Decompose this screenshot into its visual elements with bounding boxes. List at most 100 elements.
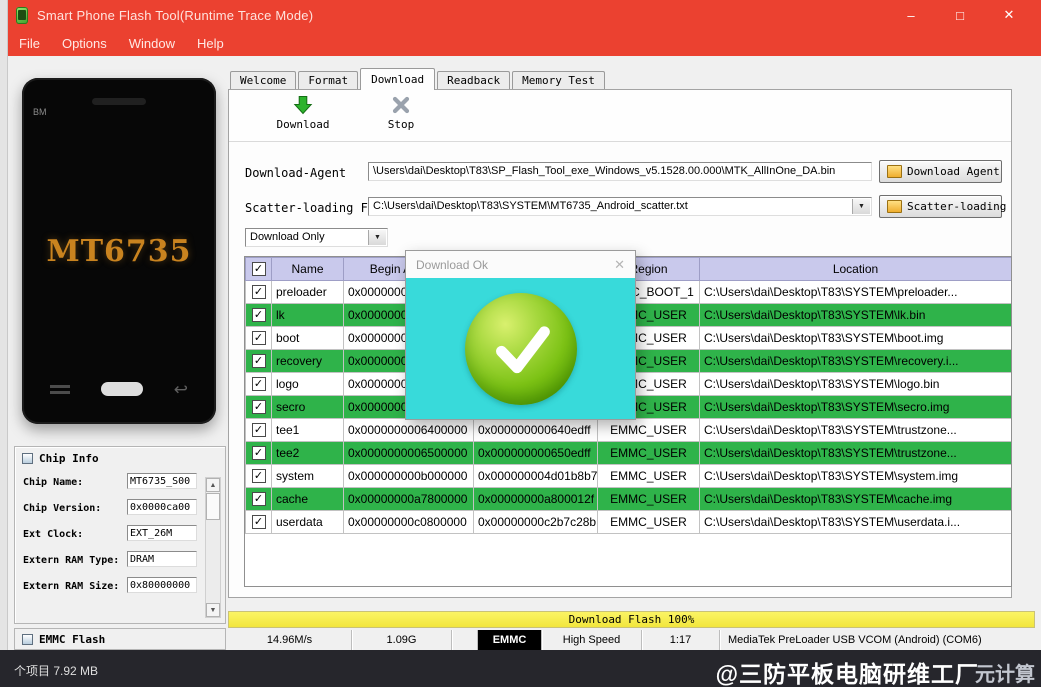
tab-readback[interactable]: Readback bbox=[437, 71, 510, 89]
status-storage-badge: EMMC bbox=[478, 630, 542, 650]
row-checkbox[interactable] bbox=[252, 308, 266, 322]
cell-name: system bbox=[272, 465, 344, 488]
chevron-down-icon[interactable] bbox=[852, 199, 870, 214]
tab-format[interactable]: Format bbox=[298, 71, 358, 89]
cell-name: lk bbox=[272, 304, 344, 327]
cell-location: C:\Users\dai\Desktop\T83\SYSTEM\system.i… bbox=[700, 465, 1012, 488]
table-row-system[interactable]: system 0x000000000b000000 0x000000004d01… bbox=[246, 465, 1012, 488]
tab-memory-test[interactable]: Memory Test bbox=[512, 71, 605, 89]
table-row-tee2[interactable]: tee2 0x0000000006500000 0x000000000650ed… bbox=[246, 442, 1012, 465]
ext-clock-label: Ext Clock: bbox=[23, 529, 83, 540]
cell-begin: 0x0000000006400000 bbox=[344, 419, 474, 442]
minimize-icon[interactable]: – bbox=[903, 8, 919, 23]
chip-info-icon bbox=[22, 453, 33, 464]
download-agent-button-label: Download Agent bbox=[907, 165, 1000, 178]
cell-location: C:\Users\dai\Desktop\T83\SYSTEM\preloade… bbox=[700, 281, 1012, 304]
cell-location: C:\Users\dai\Desktop\T83\SYSTEM\secro.im… bbox=[700, 396, 1012, 419]
cell-end: 0x000000000650edff bbox=[474, 442, 598, 465]
cell-region: EMMC_USER bbox=[598, 442, 700, 465]
menu-file[interactable]: File bbox=[8, 36, 51, 51]
titlebar: Smart Phone Flash Tool(Runtime Trace Mod… bbox=[0, 0, 1041, 30]
success-check-icon bbox=[465, 293, 577, 405]
chip-version-value: 0x0000ca00 bbox=[127, 499, 197, 515]
chip-info-scrollbar[interactable] bbox=[205, 477, 221, 618]
ram-size-label: Extern RAM Size: bbox=[23, 581, 119, 592]
chevron-down-icon[interactable] bbox=[368, 230, 386, 245]
cell-end: 0x000000004d01b8b7 bbox=[474, 465, 598, 488]
cell-region: EMMC_USER bbox=[598, 465, 700, 488]
col-name[interactable]: Name bbox=[272, 258, 344, 281]
select-all-checkbox[interactable] bbox=[252, 262, 266, 276]
dialog-close-icon[interactable]: ✕ bbox=[614, 257, 625, 273]
phone-preview: BM MT6735 ↩ bbox=[22, 78, 216, 424]
cell-begin: 0x0000000006500000 bbox=[344, 442, 474, 465]
tab-welcome[interactable]: Welcome bbox=[230, 71, 296, 89]
row-checkbox[interactable] bbox=[252, 423, 266, 437]
table-row-cache[interactable]: cache 0x00000000a7800000 0x00000000a8000… bbox=[246, 488, 1012, 511]
cell-begin: 0x00000000a7800000 bbox=[344, 488, 474, 511]
phone-chip-label: MT6735 bbox=[22, 234, 216, 269]
cell-name: userdata bbox=[272, 511, 344, 534]
menu-window[interactable]: Window bbox=[118, 36, 186, 51]
scatter-file-value: C:\Users\dai\Desktop\T83\SYSTEM\MT6735_A… bbox=[373, 200, 688, 212]
cell-location: C:\Users\dai\Desktop\T83\SYSTEM\trustzon… bbox=[700, 419, 1012, 442]
status-com-port: MediaTek PreLoader USB VCOM (Android) (C… bbox=[720, 630, 1035, 650]
emmc-flash-panel: EMMC Flash bbox=[14, 628, 226, 650]
download-agent-path-field[interactable]: \Users\dai\Desktop\T83\SP_Flash_Tool_exe… bbox=[368, 162, 872, 181]
row-checkbox[interactable] bbox=[252, 377, 266, 391]
menu-help[interactable]: Help bbox=[186, 36, 235, 51]
maximize-icon[interactable]: □ bbox=[952, 8, 968, 23]
download-agent-button[interactable]: Download Agent bbox=[879, 160, 1002, 183]
menu-options[interactable]: Options bbox=[51, 36, 118, 51]
cell-location: C:\Users\dai\Desktop\T83\SYSTEM\cache.im… bbox=[700, 488, 1012, 511]
download-button[interactable]: Download bbox=[255, 95, 351, 131]
download-button-label: Download bbox=[277, 118, 330, 131]
ram-size-value: 0x80000000 bbox=[127, 577, 197, 593]
scroll-down-icon[interactable] bbox=[206, 603, 220, 617]
row-checkbox[interactable] bbox=[252, 446, 266, 460]
cell-name: logo bbox=[272, 373, 344, 396]
dialog-body bbox=[406, 278, 635, 419]
status-speed-mode: High Speed bbox=[542, 630, 642, 650]
window-edge-strip bbox=[0, 0, 8, 650]
row-checkbox[interactable] bbox=[252, 285, 266, 299]
scatter-loading-button[interactable]: Scatter-loading bbox=[879, 195, 1002, 218]
tab-download[interactable]: Download bbox=[360, 68, 435, 90]
download-agent-label: Download-Agent bbox=[245, 166, 346, 180]
stop-button[interactable]: Stop bbox=[371, 95, 431, 131]
row-checkbox[interactable] bbox=[252, 492, 266, 506]
table-row-tee1[interactable]: tee1 0x0000000006400000 0x000000000640ed… bbox=[246, 419, 1012, 442]
chip-field: Extern RAM Size: 0x80000000 bbox=[15, 574, 225, 600]
flash-progress-bar: Download Flash 100% bbox=[228, 611, 1035, 628]
row-checkbox[interactable] bbox=[252, 469, 266, 483]
row-checkbox[interactable] bbox=[252, 331, 266, 345]
row-checkbox[interactable] bbox=[252, 400, 266, 414]
table-row-userdata[interactable]: userdata 0x00000000c0800000 0x00000000c2… bbox=[246, 511, 1012, 534]
scatter-file-combobox[interactable]: C:\Users\dai\Desktop\T83\SYSTEM\MT6735_A… bbox=[368, 197, 872, 216]
scroll-up-icon[interactable] bbox=[206, 478, 220, 492]
cell-end: 0x00000000c2b7c28b bbox=[474, 511, 598, 534]
ext-clock-value: EXT_26M bbox=[127, 525, 197, 541]
col-location[interactable]: Location bbox=[700, 258, 1012, 281]
cell-name: tee2 bbox=[272, 442, 344, 465]
close-icon[interactable]: ✕ bbox=[1001, 7, 1017, 23]
download-mode-combobox[interactable]: Download Only bbox=[245, 228, 388, 247]
phone-back-icon: ↩ bbox=[174, 381, 188, 398]
dialog-titlebar: Download Ok ✕ bbox=[406, 251, 635, 278]
download-ok-dialog: Download Ok ✕ bbox=[405, 250, 636, 420]
cell-name: boot bbox=[272, 327, 344, 350]
emmc-flash-title: EMMC Flash bbox=[39, 633, 105, 646]
chip-field: Ext Clock: EXT_26M bbox=[15, 522, 225, 548]
scrollbar-thumb[interactable] bbox=[206, 493, 220, 520]
phone-nav-bar: ↩ bbox=[50, 380, 188, 398]
cell-region: EMMC_USER bbox=[598, 511, 700, 534]
row-checkbox[interactable] bbox=[252, 354, 266, 368]
phone-speaker bbox=[92, 98, 146, 105]
row-checkbox[interactable] bbox=[252, 515, 266, 529]
explorer-status-text: 个项目 7.92 MB bbox=[14, 662, 98, 679]
stop-x-icon bbox=[391, 95, 411, 115]
watermark-bar: 个项目 7.92 MB @三防平板电脑研维工厂 元计算 bbox=[0, 650, 1041, 687]
dialog-title: Download Ok bbox=[416, 258, 488, 272]
emmc-flash-icon bbox=[22, 634, 33, 645]
cell-location: C:\Users\dai\Desktop\T83\SYSTEM\lk.bin bbox=[700, 304, 1012, 327]
